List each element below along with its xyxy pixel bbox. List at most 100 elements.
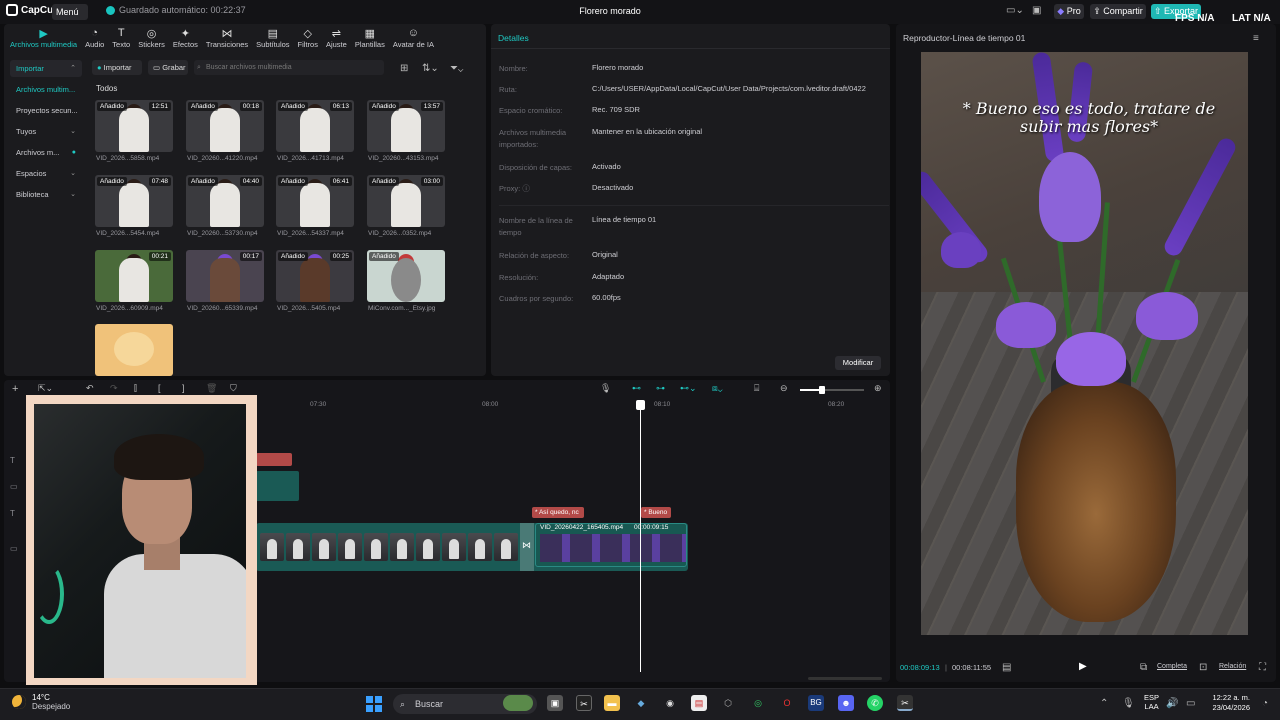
layout-icon[interactable]: ▭⌄ — [1006, 5, 1024, 16]
zoom-in-icon[interactable]: ⊕ — [874, 383, 882, 394]
whatsapp-icon[interactable]: ✆ — [867, 695, 883, 711]
media-clip[interactable]: Añadido MiConv.com..._Etsy.jpg — [367, 250, 445, 318]
search-highlight-icon[interactable] — [503, 695, 533, 711]
filter-icon[interactable]: ⏷⌄ — [450, 63, 463, 74]
media-clip[interactable]: Añadido 06:41 VID_2026...54337.mp4 — [276, 175, 354, 243]
tab-stickers[interactable]: ◎ Stickers — [134, 27, 169, 51]
sidebar-item-media-files[interactable]: Archivos multim... — [10, 81, 82, 98]
sidebar-item-spaces[interactable]: Espacios ⌄ — [10, 165, 82, 182]
file-explorer-icon[interactable]: ▬ — [604, 695, 620, 711]
overlay-clip[interactable] — [256, 471, 299, 501]
system-clock[interactable]: 12:22 a. m. 23/04/2026 — [1206, 693, 1250, 713]
microphone-icon[interactable]: 🎙 — [600, 383, 611, 394]
record-button[interactable]: ▭ Grabar — [148, 60, 188, 75]
media-clip[interactable]: 00:17 VID_20260...65339.mp4 — [186, 250, 264, 318]
select-tool-icon[interactable]: ⇱⌄ — [38, 383, 53, 394]
bg-app-icon[interactable]: BG — [808, 695, 824, 711]
chrome-icon[interactable]: ◉ — [662, 695, 678, 711]
media-clip[interactable]: Añadido 07:48 VID_2026...5454.mp4 — [95, 175, 173, 243]
delete-icon[interactable]: 🗑 — [206, 383, 217, 394]
language-indicator[interactable]: ESP LAA — [1144, 693, 1159, 711]
pro-button[interactable]: ◆ Pro — [1054, 4, 1084, 19]
tab-filters[interactable]: ◇ Filtros — [294, 27, 322, 51]
shield-icon[interactable]: ⛉ — [230, 383, 237, 394]
media-search-input[interactable]: ⌕ Buscar archivos multimedia — [194, 60, 384, 75]
media-clip[interactable]: Añadido 06:13 VID_2026...41713.mp4 — [276, 100, 354, 168]
discord-icon[interactable]: ☻ — [838, 695, 854, 711]
start-button[interactable] — [366, 696, 382, 712]
tab-ai-avatar[interactable]: ☺ Avatar de IA — [389, 27, 438, 51]
capcut-task-icon[interactable]: ✂ — [576, 695, 592, 711]
player-menu-icon[interactable]: ≡ — [1253, 33, 1259, 44]
weather-widget[interactable]: 14°C Despejado — [12, 693, 70, 711]
frame-icon[interactable]: ▤ — [1002, 662, 1011, 673]
text-clip[interactable]: * Bueno — [641, 507, 671, 518]
import-button[interactable]: ● Importar — [92, 60, 142, 75]
tab-effects[interactable]: ✦ Efectos — [169, 27, 202, 51]
sidebar-item-library[interactable]: Biblioteca ⌄ — [10, 186, 82, 203]
display-icon[interactable]: ▣ — [1032, 5, 1041, 16]
notification-icon[interactable]: ◔ — [1262, 698, 1268, 709]
sidebar-item-media-cloud[interactable]: Archivos m... ● — [10, 144, 82, 161]
full-quality-button[interactable]: Completa — [1157, 663, 1187, 670]
trim-right-icon[interactable]: ] — [182, 383, 185, 393]
snap-icon[interactable]: ⧈⌄ — [712, 383, 723, 394]
app-icon[interactable]: ◆ — [633, 695, 649, 711]
tab-subtitles[interactable]: ▤ Subtítulos — [252, 27, 293, 51]
battery-icon[interactable]: ▭ — [1186, 698, 1195, 709]
microphone-icon[interactable]: 🎙 — [1122, 698, 1135, 709]
tab-media[interactable]: ▶ Archivos multimedia — [6, 27, 81, 51]
play-button[interactable]: ▶ — [1079, 661, 1087, 672]
sidebar-item-yours[interactable]: Tuyos ⌄ — [10, 123, 82, 140]
timeline-scrollbar[interactable] — [808, 677, 882, 680]
link-icon[interactable]: ⊶ — [656, 383, 665, 394]
app-icon[interactable]: ⬡ — [720, 695, 736, 711]
volume-icon[interactable]: 🔊 — [1166, 698, 1178, 709]
tab-transitions[interactable]: ⋈ Transiciones — [202, 27, 252, 51]
sidebar-item-sub-projects[interactable]: Proyectos secun... — [10, 102, 82, 119]
time-ruler[interactable]: 07:30 08:00 08:10 08:20 — [260, 401, 890, 413]
tab-adjust[interactable]: ⇌ Ajuste — [322, 27, 351, 51]
media-clip[interactable]: Añadido 12:51 VID_2026...5858.mp4 — [95, 100, 173, 168]
aspect-ratio-button[interactable]: Relación — [1219, 663, 1246, 670]
capcut-active-icon[interactable]: ✂ — [897, 695, 913, 711]
menu-button[interactable]: Menú ⌄ — [52, 4, 88, 33]
app-icon[interactable]: ▤ — [691, 695, 707, 711]
share-button[interactable]: ⇪ Compartir — [1090, 4, 1146, 19]
redo-icon[interactable]: ↷ — [110, 383, 118, 394]
media-clip[interactable]: Añadido 00:25 VID_2026...5405.mp4 — [276, 250, 354, 318]
opera-icon[interactable]: O — [779, 695, 795, 711]
tab-audio[interactable]: ◔ Audio — [81, 27, 108, 51]
video-preview[interactable] — [921, 52, 1248, 635]
media-clip[interactable]: Añadido 03:00 VID_2026...0352.mp4 — [367, 175, 445, 243]
crop-icon[interactable]: ⧉ — [1140, 662, 1147, 673]
media-clip[interactable]: Añadido 00:18 VID_20260...41220.mp4 — [186, 100, 264, 168]
modify-button[interactable]: Modificar — [835, 356, 881, 370]
text-clip[interactable]: * Así quedo, nc — [532, 507, 584, 518]
media-clip[interactable]: Añadido 04:40 VID_20260...53730.mp4 — [186, 175, 264, 243]
sidebar-item-import[interactable]: Importar ⌃ — [10, 60, 82, 77]
text-clip[interactable] — [256, 453, 292, 466]
trim-left-icon[interactable]: [ — [158, 383, 161, 393]
media-clip[interactable]: Añadido 13:57 VID_20260...43153.mp4 — [367, 100, 445, 168]
fullscreen-icon[interactable]: ⛶ — [1259, 662, 1266, 673]
zoom-fit-icon[interactable]: ⊡ — [1199, 662, 1207, 673]
split-icon[interactable]: ⫿ — [134, 383, 137, 394]
playhead-handle[interactable] — [636, 400, 645, 410]
add-track-icon[interactable]: + — [12, 383, 18, 395]
sort-icon[interactable]: ⇅⌄ — [422, 63, 439, 74]
grid-view-icon[interactable]: ⊞ — [400, 63, 408, 74]
playhead[interactable] — [640, 400, 641, 672]
preview-axis-icon[interactable]: ⊷⌄ — [680, 383, 697, 394]
captions-icon[interactable]: ⌸ — [754, 383, 759, 394]
tab-text[interactable]: T Texto — [108, 27, 134, 51]
magnet-icon[interactable]: ⊷ — [632, 383, 641, 394]
transition-marker[interactable]: ⋈ — [520, 523, 534, 571]
undo-icon[interactable]: ↶ — [86, 383, 94, 394]
media-clip[interactable]: 00:21 VID_2026...60909.mp4 — [95, 250, 173, 318]
zoom-out-icon[interactable]: ⊖ — [780, 383, 788, 394]
chevron-up-icon[interactable]: ⌃ — [1100, 698, 1108, 709]
zoom-slider-handle[interactable] — [819, 386, 825, 394]
spotify-icon[interactable]: ◎ — [750, 695, 766, 711]
media-clip[interactable] — [95, 324, 173, 376]
